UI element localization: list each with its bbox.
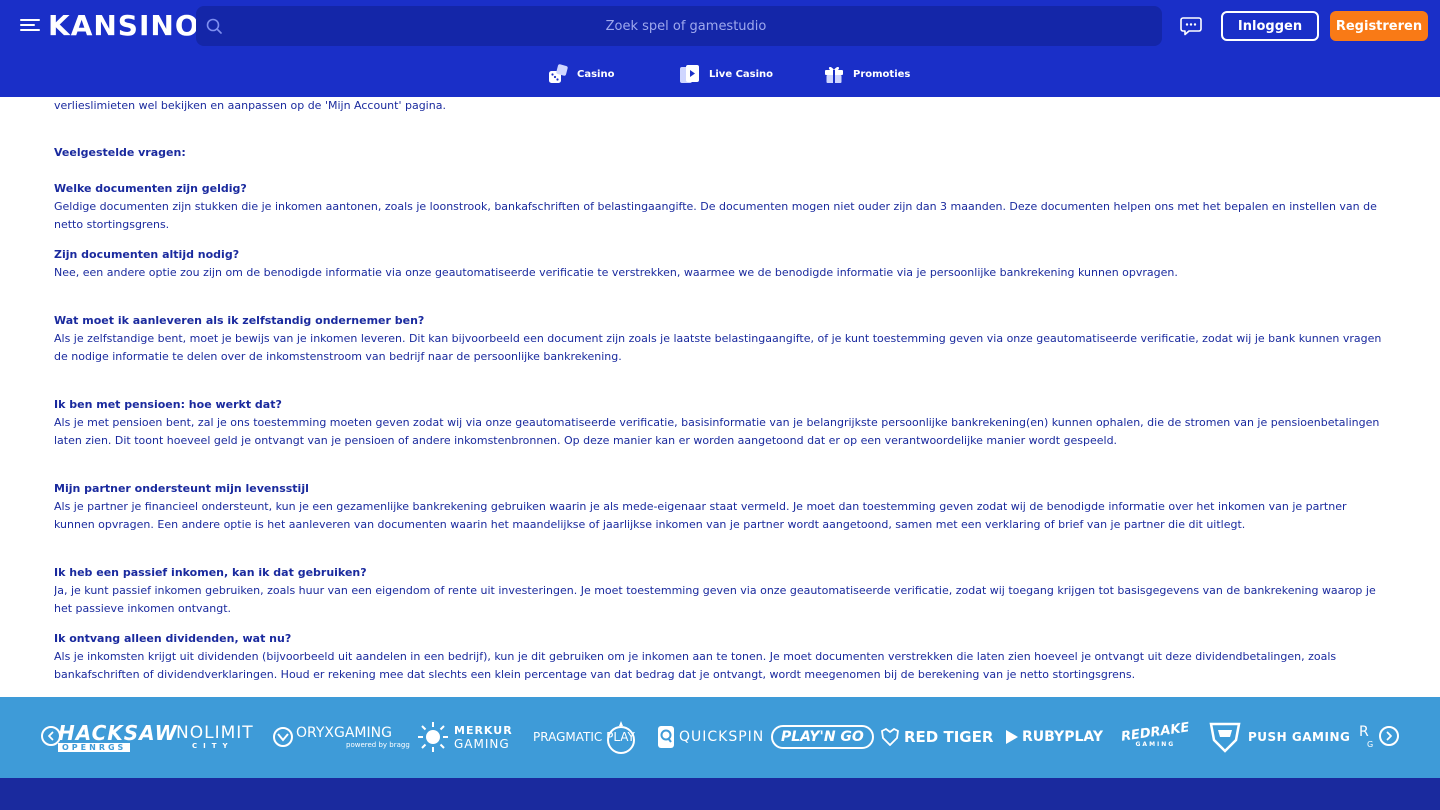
faq-item: Ik ben met pensioen: hoe werkt dat? Als … [54, 396, 1390, 450]
provider-sub: GAMING [454, 736, 510, 751]
faq-item: Welke documenten zijn geldig? Geldige do… [54, 180, 1390, 234]
site-header: KANSINO Inloggen Registreren [0, 0, 1440, 97]
register-button[interactable]: Registreren [1330, 11, 1428, 41]
provider-sub: powered by bragg [346, 741, 410, 749]
oryx-logo-icon [273, 727, 293, 747]
nav-item-label: Casino [577, 68, 615, 80]
faq-item: Wat moet ik aanleveren als ik zelfstandi… [54, 312, 1390, 366]
faq-answer: Als je partner je financieel ondersteunt… [54, 500, 1347, 531]
provider-name: QUICKSPIN [679, 729, 765, 745]
provider-hacksaw[interactable]: HACKSAW OPENRGS [58, 719, 178, 755]
quickspin-logo-icon [658, 726, 674, 748]
provider-quickspin[interactable]: QUICKSPIN [657, 719, 764, 755]
provider-name: PUSH GAMING [1248, 730, 1351, 744]
provider-partial[interactable]: R G [1359, 719, 1379, 755]
provider-name: RED TIGER [904, 728, 994, 746]
nav-item-label: Promoties [853, 68, 911, 80]
sun-icon [418, 722, 448, 752]
faq-question: Ik ontvang alleen dividenden, wat nu? [54, 632, 292, 645]
chevron-left-icon [48, 731, 54, 741]
faq-answer: Geldige documenten zijn stukken die je i… [54, 200, 1377, 231]
dice-icon [549, 64, 568, 83]
faq-item: Ik ontvang alleen dividenden, wat nu? Al… [54, 630, 1390, 684]
faq-answer: Als je met pensioen bent, zal je ons toe… [54, 416, 1380, 447]
site-logo[interactable]: KANSINO [48, 9, 200, 42]
hamburger-menu-icon[interactable] [20, 16, 40, 36]
provider-rubyplay[interactable]: RUBYPLAY [1005, 719, 1103, 755]
gift-icon [825, 66, 843, 83]
top-bar: KANSINO Inloggen Registreren [0, 0, 1440, 52]
faq-question: Mijn partner ondersteunt mijn levensstij… [54, 482, 309, 495]
faq-answer: Als je zelfstandige bent, moet je bewijs… [54, 332, 1382, 363]
provider-name: RUBYPLAY [1022, 729, 1104, 745]
nav-item-live-casino[interactable]: Live Casino [679, 62, 773, 86]
provider-name: MERKUR [454, 723, 513, 737]
provider-redrake[interactable]: REDRAKE GAMING [1120, 719, 1190, 755]
intro-text: verlieslimieten wel bekijken en aanpasse… [54, 99, 446, 112]
provider-playngo[interactable]: PLAY'N GO [771, 719, 874, 755]
provider-name: ORYXGAMING [296, 725, 392, 741]
provider-sub: CITY [192, 742, 234, 750]
faq-answer: Ja, je kunt passief inkomen gebruiken, z… [54, 584, 1376, 615]
site-footer [0, 778, 1440, 810]
faq-question: Zijn documenten altijd nodig? [54, 248, 240, 261]
provider-sub: G [1367, 740, 1374, 749]
provider-text: MERKUR GAMING [454, 724, 513, 751]
provider-nolimit[interactable]: NOLIMIT CITY [176, 719, 254, 755]
provider-text: ORYXGAMING powered by bragg [296, 725, 410, 749]
nav-item-casino[interactable]: Casino [547, 62, 614, 86]
nav-item-label: Live Casino [709, 68, 774, 80]
provider-pragmatic[interactable]: PRAGMATIC PLAY [533, 719, 637, 755]
faq-question: Ik heb een passief inkomen, kan ik dat g… [54, 566, 367, 579]
login-button[interactable]: Inloggen [1221, 11, 1319, 41]
cards-icon [680, 65, 699, 83]
search-icon [206, 18, 222, 34]
provider-oryx[interactable]: ORYXGAMING powered by bragg [272, 719, 410, 755]
shield-icon [1209, 722, 1241, 753]
provider-name: NOLIMIT [176, 723, 254, 743]
provider-name: HACKSAW [58, 720, 178, 745]
pragmatic-play-logo-icon [606, 721, 635, 754]
faq-answer: Nee, een andere optie zou zijn om de ben… [54, 266, 1178, 279]
providers-carousel: HACKSAW OPENRGS NOLIMIT CITY ORYXGAMING … [0, 697, 1440, 778]
chat-icon[interactable] [1180, 16, 1202, 36]
provider-sub: OPENRGS [58, 742, 131, 752]
search-input[interactable] [236, 6, 1136, 46]
faq-item: Ik heb een passief inkomen, kan ik dat g… [54, 564, 1390, 618]
play-triangle-icon [1006, 730, 1018, 744]
provider-name: PLAY'N GO [771, 725, 874, 749]
faq-heading: Veelgestelde vragen: [54, 146, 186, 159]
search-bar[interactable] [196, 6, 1162, 46]
faq-question: Wat moet ik aanleveren als ik zelfstandi… [54, 314, 425, 327]
faq-answer: Als je inkomsten krijgt uit dividenden (… [54, 650, 1337, 681]
provider-name: R [1359, 724, 1369, 740]
chevron-right-icon [1386, 731, 1392, 741]
main-content: verlieslimieten wel bekijken en aanpasse… [54, 97, 1390, 697]
faq-item: Zijn documenten altijd nodig? Nee, een a… [54, 246, 1390, 282]
provider-red-tiger[interactable]: RED TIGER [880, 719, 993, 755]
nav-item-promoties[interactable]: Promoties [823, 62, 910, 86]
faq-item: Mijn partner ondersteunt mijn levensstij… [54, 480, 1390, 534]
faq-question: Welke documenten zijn geldig? [54, 182, 247, 195]
tiger-icon [881, 728, 899, 746]
provider-merkur[interactable]: MERKUR GAMING [416, 719, 513, 755]
faq-question: Ik ben met pensioen: hoe werkt dat? [54, 398, 282, 411]
main-nav: Casino Live Casino Promoties [0, 52, 1440, 97]
carousel-next-button[interactable] [1379, 726, 1399, 746]
provider-push-gaming[interactable]: PUSH GAMING [1208, 719, 1350, 755]
